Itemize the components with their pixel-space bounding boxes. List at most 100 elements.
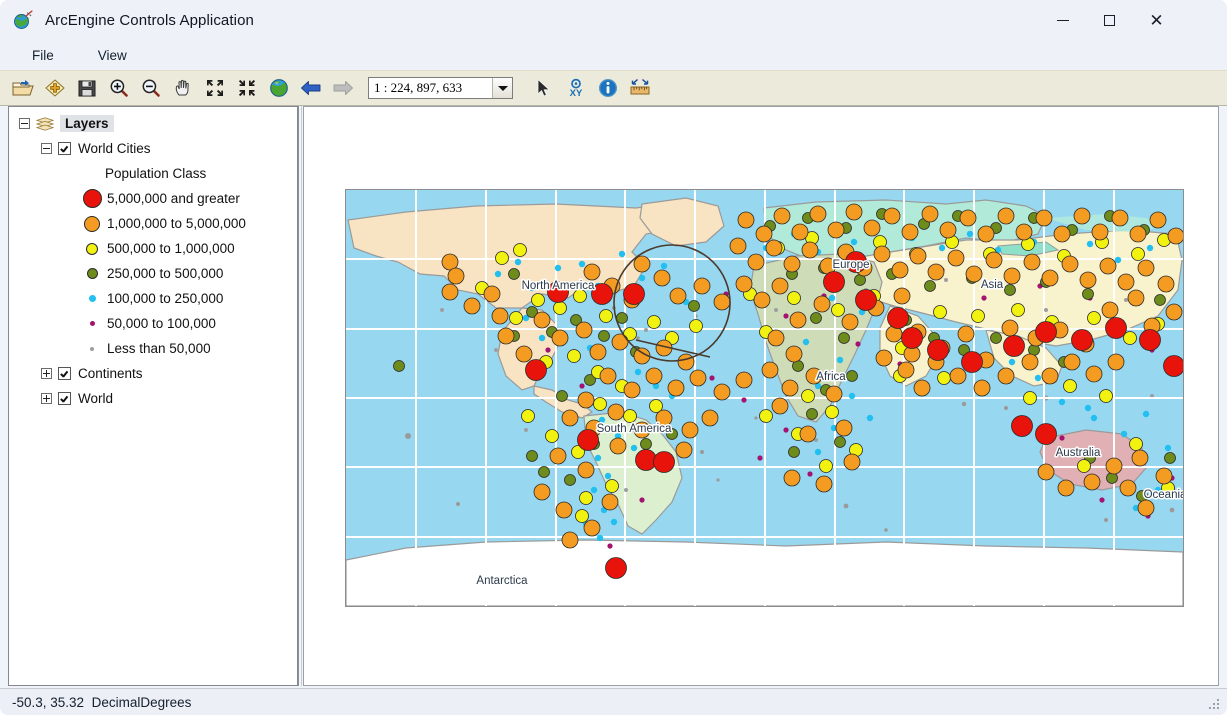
legend-symbol-orange (77, 215, 107, 232)
legend-label: 1,000,000 to 5,000,000 (107, 216, 246, 231)
toc-root-layers[interactable]: Layers (19, 111, 297, 136)
pan-hand-icon (173, 78, 193, 98)
visibility-checkbox-world[interactable] (58, 392, 71, 405)
title-bar: ArcEngine Controls Application ✕ (0, 0, 1227, 40)
expand-toggle-continents[interactable] (41, 368, 52, 379)
legend-symbol-yellow (77, 242, 107, 255)
toc-layer-world[interactable]: World (41, 386, 297, 411)
label-europe: Europe (832, 259, 869, 271)
fixed-zoom-in-button[interactable] (200, 73, 230, 103)
xy-coordinate-button[interactable]: XY (561, 73, 591, 103)
measure-ruler-icon (629, 78, 651, 98)
renderer-heading-label: Population Class (105, 166, 207, 181)
fixed-zoom-out-button[interactable] (232, 73, 262, 103)
globe-app-icon (13, 10, 33, 30)
toc-root-label: Layers (60, 115, 114, 132)
zoom-out-icon (141, 78, 161, 98)
map-scale-value: 1 : 224, 897, 633 (374, 80, 463, 95)
legend-label: 500,000 to 1,000,000 (107, 241, 235, 256)
label-south-america: South America (597, 423, 672, 435)
maximize-icon (1104, 14, 1115, 26)
label-north-america: North America (522, 280, 595, 292)
table-of-contents[interactable]: Layers World Cities Population Class 5,0… (8, 106, 298, 686)
legend-item: 1,000,000 to 5,000,000 (77, 211, 297, 236)
legend-item: Less than 50,000 (77, 336, 297, 361)
legend-item: 500,000 to 1,000,000 (77, 236, 297, 261)
toc-layer-label: World Cities (78, 141, 151, 156)
map-canvas[interactable]: North America Europe Asia Africa South A… (346, 190, 1183, 606)
renderer-heading: Population Class (105, 161, 297, 186)
visibility-checkbox-continents[interactable] (58, 367, 71, 380)
menu-file[interactable]: File (18, 45, 68, 66)
toc-layer-label: World (78, 391, 114, 406)
label-africa: Africa (816, 371, 846, 383)
legend-symbol-red (77, 189, 107, 208)
legend-item: 5,000,000 and greater (77, 186, 297, 211)
legend-item: 100,000 to 250,000 (77, 286, 297, 311)
go-back-button[interactable] (296, 73, 326, 103)
maximize-button[interactable] (1086, 0, 1133, 40)
legend-symbol-magenta (77, 321, 107, 326)
chevron-down-icon[interactable] (492, 78, 512, 98)
legend-item: 50,000 to 100,000 (77, 311, 297, 336)
panel-splitter[interactable] (298, 106, 302, 686)
svg-text:XY: XY (570, 88, 583, 98)
window-title: ArcEngine Controls Application (45, 11, 254, 29)
map-control[interactable]: North America Europe Asia Africa South A… (303, 106, 1219, 686)
legend-symbol-gray (77, 346, 107, 351)
minimize-button[interactable] (1039, 0, 1086, 40)
map-scale-combobox[interactable]: 1 : 224, 897, 633 (368, 77, 513, 99)
toc-layer-world-cities[interactable]: World Cities (41, 136, 297, 161)
measure-button[interactable] (625, 73, 655, 103)
identify-button[interactable] (593, 73, 623, 103)
minimize-icon (1056, 19, 1069, 21)
select-arrow-icon (535, 78, 553, 98)
select-features-button[interactable] (529, 73, 559, 103)
legend-symbol-cyan (77, 295, 107, 302)
collapse-toggle-world-cities[interactable] (41, 143, 52, 154)
legend-label: 5,000,000 and greater (107, 191, 240, 206)
zoom-in-icon (109, 78, 129, 98)
save-floppy-icon (77, 78, 97, 98)
close-icon: ✕ (1149, 10, 1164, 30)
zoom-in-button[interactable] (104, 73, 134, 103)
status-coordinates: -50.3, 35.32 DecimalDegrees (0, 695, 191, 710)
add-data-button[interactable] (40, 73, 70, 103)
visibility-checkbox-world-cities[interactable] (58, 142, 71, 155)
toolbar: 1 : 224, 897, 633 XY (0, 70, 1227, 106)
arrow-right-icon (332, 79, 354, 97)
fixed-zoom-in-icon (205, 78, 225, 98)
pan-button[interactable] (168, 73, 198, 103)
menu-bar: File View (0, 40, 1227, 70)
identify-info-icon (598, 78, 618, 98)
expand-toggle-world[interactable] (41, 393, 52, 404)
close-button[interactable]: ✕ (1133, 0, 1180, 40)
legend-symbol-green (77, 268, 107, 279)
legend-label: 250,000 to 500,000 (107, 266, 224, 281)
application-window: ArcEngine Controls Application ✕ File Vi… (0, 0, 1227, 715)
label-oceania: Oceania (1144, 489, 1183, 501)
status-bar: -50.3, 35.32 DecimalDegrees (0, 688, 1227, 715)
map-frame[interactable]: North America Europe Asia Africa South A… (345, 189, 1184, 607)
toc-layer-continents[interactable]: Continents (41, 361, 297, 386)
fixed-zoom-out-icon (237, 78, 257, 98)
open-document-button[interactable] (8, 73, 38, 103)
legend-item: 250,000 to 500,000 (77, 261, 297, 286)
full-extent-button[interactable] (264, 73, 294, 103)
collapse-toggle-layers[interactable] (19, 118, 30, 129)
zoom-out-button[interactable] (136, 73, 166, 103)
layers-stack-icon (35, 116, 55, 131)
legend-label: 50,000 to 100,000 (107, 316, 216, 331)
globe-icon (269, 78, 289, 98)
legend-label: 100,000 to 250,000 (107, 291, 224, 306)
save-document-button[interactable] (72, 73, 102, 103)
status-coordinate-value: -50.3, 35.32 (12, 694, 85, 710)
menu-view[interactable]: View (84, 45, 141, 66)
label-antarctica: Antarctica (476, 575, 528, 587)
go-forward-button[interactable] (328, 73, 358, 103)
xy-icon: XY (565, 78, 587, 98)
add-data-icon (44, 78, 66, 98)
resize-grip-icon[interactable] (1207, 697, 1221, 711)
status-units-value: DecimalDegrees (91, 694, 192, 710)
toc-layer-label: Continents (78, 366, 143, 381)
